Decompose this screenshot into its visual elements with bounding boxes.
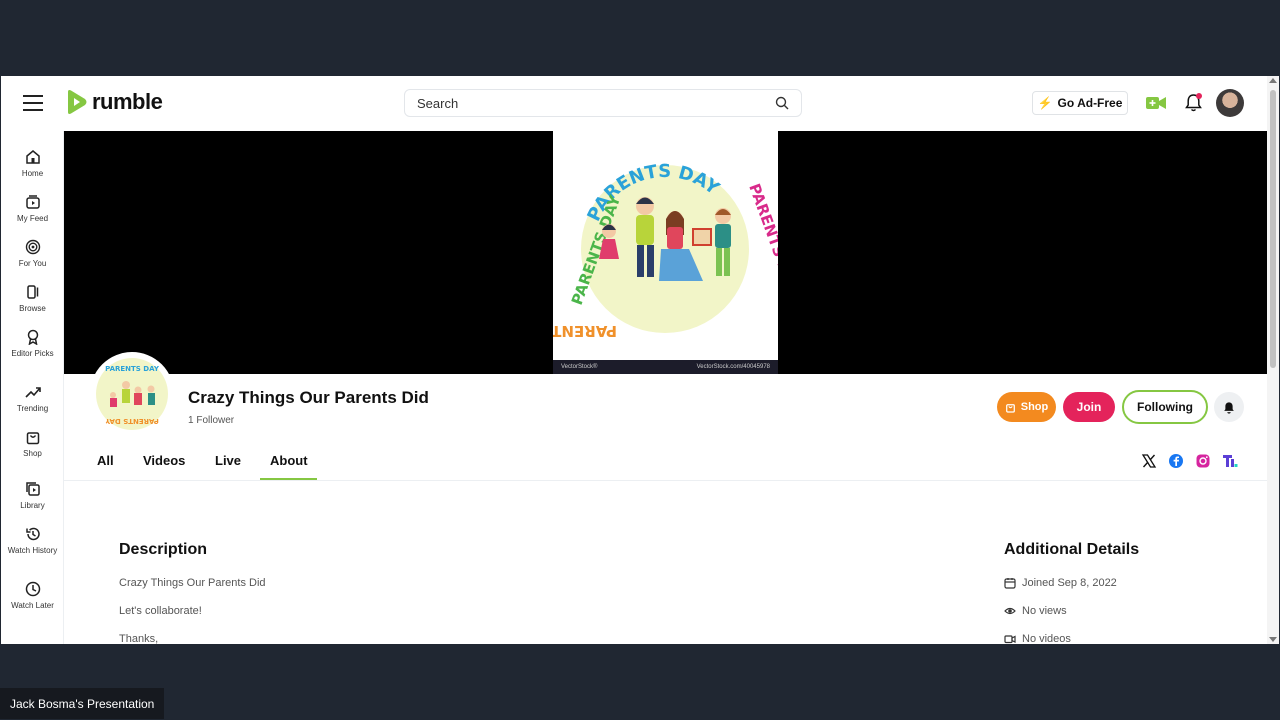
lightning-icon: ⚡ [1037, 96, 1053, 110]
join-button-label: Join [1076, 400, 1102, 414]
target-icon [25, 239, 40, 255]
banner-watermark: VectorStock® VectorStock.com/40045978 [553, 360, 778, 374]
top-navigation: rumble ⚡ Go Ad-Free [1, 76, 1267, 131]
detail-text: No videos [1022, 633, 1071, 644]
sidebar-item-label: My Feed [16, 214, 49, 223]
shop-button[interactable]: Shop [997, 392, 1056, 422]
notification-dot [1196, 93, 1202, 99]
award-icon [27, 329, 38, 345]
page-scrollbar[interactable] [1267, 76, 1279, 644]
svg-text:PARENTS DAY: PARENTS DAY [553, 322, 617, 340]
sidebar-item-my-feed[interactable]: My Feed [1, 194, 64, 224]
sidebar-item-library[interactable]: Library [1, 481, 64, 511]
shopping-bag-icon [1005, 403, 1015, 413]
follower-count: 1 Follower [188, 415, 235, 426]
sidebar-item-home[interactable]: Home [1, 149, 64, 179]
sidebar-item-shop[interactable]: Shop [1, 429, 64, 459]
calendar-icon [1004, 578, 1016, 589]
bell-icon [1224, 401, 1234, 414]
detail-text: Joined Sep 8, 2022 [1022, 577, 1117, 589]
parents-day-illustration: PARENTS DAY PARENTS DAY PARENTS DAY PARE… [553, 161, 778, 340]
facebook-icon[interactable] [1168, 453, 1184, 469]
trending-icon [24, 387, 41, 398]
join-button[interactable]: Join [1063, 392, 1115, 422]
description-line: Crazy Things Our Parents Did [119, 577, 266, 589]
sidebar-item-for-you[interactable]: For You [1, 239, 64, 269]
banner-artwork: PARENTS DAY PARENTS DAY PARENTS DAY PARE… [553, 131, 778, 374]
channel-avatar-image: PARENTS DAY PARENTS DAY [96, 358, 168, 430]
scroll-down-arrow-icon[interactable] [1269, 637, 1277, 642]
shop-button-label: Shop [1020, 401, 1049, 413]
shopping-bag-icon [26, 432, 39, 445]
sidebar-item-browse[interactable]: Browse [1, 284, 64, 314]
additional-details-heading: Additional Details [1004, 541, 1140, 558]
tab-all[interactable]: All [97, 453, 114, 468]
instagram-icon[interactable] [1195, 453, 1211, 469]
video-icon [1004, 635, 1016, 644]
tab-about[interactable]: About [270, 453, 308, 468]
hamburger-menu-icon[interactable] [23, 95, 43, 111]
sidebar-item-watch-later[interactable]: Watch Later [1, 581, 64, 611]
history-icon [25, 527, 40, 541]
scroll-up-arrow-icon[interactable] [1269, 78, 1277, 83]
detail-text: No views [1022, 605, 1067, 617]
active-tab-indicator [260, 478, 317, 480]
channel-tabs: All Videos Live About [64, 438, 1267, 481]
user-avatar[interactable] [1216, 89, 1244, 117]
detail-videos: No videos [1004, 633, 1071, 644]
watermark-right: VectorStock.com/40045978 [696, 364, 770, 370]
svg-text:PARENTS DAY: PARENTS DAY [105, 365, 160, 373]
following-button-label: Following [1137, 400, 1193, 414]
sidebar-item-label: Trending [16, 404, 49, 413]
svg-text:PARENTS DAY: PARENTS DAY [104, 417, 159, 425]
go-ad-free-label: Go Ad-Free [1057, 96, 1123, 110]
sidebar-item-label: Watch Later [11, 601, 54, 610]
scrollbar-thumb[interactable] [1270, 90, 1276, 368]
home-icon [25, 150, 40, 164]
search-icon[interactable] [775, 96, 789, 110]
detail-joined: Joined Sep 8, 2022 [1004, 577, 1117, 589]
feed-icon [25, 195, 40, 209]
rumble-logo-icon [68, 90, 87, 114]
sidebar-item-label: Watch History [7, 546, 58, 555]
sidebar-item-label: For You [18, 259, 47, 268]
clock-icon [25, 581, 40, 597]
watermark-left: VectorStock® [561, 364, 598, 370]
description-line: Let's collaborate! [119, 605, 202, 617]
sidebar: Home My Feed For You Browse Editor Picks… [1, 131, 64, 644]
x-icon[interactable] [1141, 453, 1157, 469]
following-button[interactable]: Following [1122, 390, 1208, 424]
sidebar-item-label: Shop [23, 449, 42, 458]
upload-video-icon[interactable] [1146, 96, 1166, 110]
sidebar-item-editor-picks[interactable]: Editor Picks [1, 329, 64, 359]
tab-live[interactable]: Live [215, 453, 241, 468]
sidebar-item-label: Library [20, 501, 45, 510]
svg-text:PARENTS DAY: PARENTS DAY [745, 181, 778, 297]
search-input[interactable] [417, 95, 775, 111]
logo-text: rumble [92, 89, 163, 114]
go-ad-free-button[interactable]: ⚡ Go Ad-Free [1032, 91, 1128, 115]
description-line: Thanks, [119, 633, 159, 644]
sidebar-item-trending[interactable]: Trending [1, 384, 64, 414]
sidebar-item-label: Editor Picks [11, 349, 54, 358]
library-icon [25, 482, 40, 496]
sidebar-item-label: Home [21, 169, 44, 178]
channel-avatar[interactable]: PARENTS DAY PARENTS DAY [90, 352, 174, 436]
browse-icon [26, 285, 38, 299]
search-bar[interactable] [404, 89, 802, 117]
browser-viewport: rumble ⚡ Go Ad-Free Home M [1, 76, 1279, 644]
channel-title: Crazy Things Our Parents Did [188, 388, 429, 407]
rumble-logo[interactable]: rumble [64, 89, 163, 115]
eye-icon [1004, 607, 1016, 615]
description-heading: Description [119, 541, 208, 558]
sidebar-item-watch-history[interactable]: Watch History [1, 526, 64, 556]
presenter-label: Jack Bosma's Presentation [0, 688, 165, 719]
tab-videos[interactable]: Videos [143, 453, 185, 468]
sidebar-item-label: Browse [19, 304, 46, 313]
channel-notification-button[interactable] [1214, 392, 1244, 422]
channel-banner: PARENTS DAY PARENTS DAY PARENTS DAY PARE… [64, 131, 1267, 374]
truth-social-icon[interactable] [1222, 453, 1238, 469]
detail-views: No views [1004, 605, 1067, 617]
